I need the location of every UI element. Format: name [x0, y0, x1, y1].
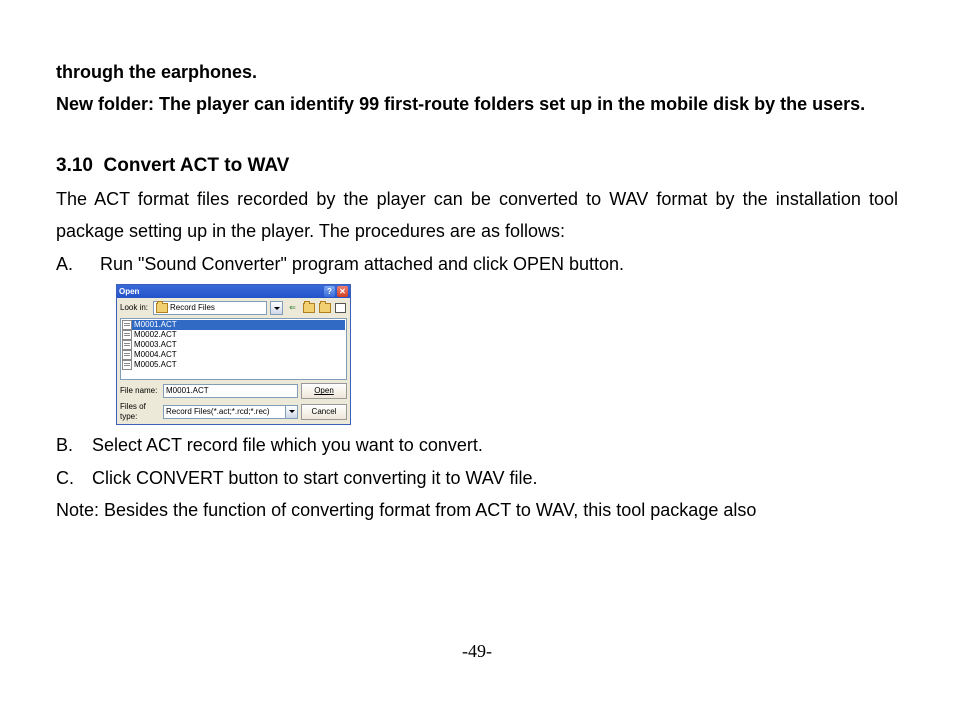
folder-up-icon — [303, 303, 315, 313]
file-name: M0005.ACT — [134, 360, 177, 370]
file-icon — [122, 320, 132, 330]
step-a: A. Run "Sound Converter" program attache… — [56, 248, 898, 280]
lookin-dropdown-arrow[interactable] — [270, 301, 283, 315]
filename-row: File name: M0001.ACT Open — [117, 380, 350, 402]
lookin-combobox[interactable]: Record Files — [153, 301, 267, 315]
up-one-level-button[interactable] — [302, 302, 315, 315]
dialog-titlebar: Open ? ✕ — [117, 285, 350, 298]
file-icon — [122, 330, 132, 340]
cancel-button[interactable]: Cancel — [301, 404, 347, 420]
file-icon — [122, 360, 132, 370]
open-button[interactable]: Open — [301, 383, 347, 399]
folder-new-icon — [319, 303, 331, 313]
filename-label: File name: — [120, 386, 160, 396]
filetype-dropdown-arrow[interactable] — [285, 405, 298, 419]
heading-number: 3.10 — [56, 155, 93, 176]
note-paragraph: Note: Besides the function of converting… — [56, 494, 898, 526]
step-c: C. Click CONVERT button to start convert… — [56, 462, 898, 494]
file-item[interactable]: M0005.ACT — [122, 360, 345, 370]
page-content: through the earphones. New folder: The p… — [0, 0, 954, 537]
file-name: M0002.ACT — [134, 330, 177, 340]
file-item[interactable]: M0002.ACT — [122, 330, 345, 340]
step-letter-a: A. — [56, 248, 100, 280]
step-a-text: Run "Sound Converter" program attached a… — [100, 248, 624, 280]
heading-text: Convert ACT to WAV — [104, 155, 290, 176]
open-dialog-figure: Open ? ✕ Look in: Record Files ⇐ — [116, 284, 898, 425]
file-name: M0004.ACT — [134, 350, 177, 360]
file-icon — [122, 350, 132, 360]
new-folder-button[interactable] — [318, 302, 331, 315]
file-listing[interactable]: M0001.ACT M0002.ACT M0003.ACT M0004.ACT … — [120, 318, 347, 380]
filetype-value: Record Files(*.act;*.rcd;*.rec) — [166, 407, 270, 417]
paragraph-new-folder: New folder: The player can identify 99 f… — [56, 88, 898, 120]
open-dialog: Open ? ✕ Look in: Record Files ⇐ — [116, 284, 351, 425]
filename-value: M0001.ACT — [166, 386, 209, 396]
file-item[interactable]: M0003.ACT — [122, 340, 345, 350]
lookin-folder-name: Record Files — [170, 303, 215, 313]
step-c-text: Click CONVERT button to start converting… — [92, 462, 538, 494]
file-item-selected[interactable]: M0001.ACT — [122, 320, 345, 330]
filetype-combobox[interactable]: Record Files(*.act;*.rcd;*.rec) — [163, 405, 298, 419]
folder-icon — [156, 303, 168, 313]
file-icon — [122, 340, 132, 350]
file-name: M0001.ACT — [134, 320, 177, 330]
view-icon — [335, 303, 346, 313]
help-button[interactable]: ? — [324, 286, 335, 297]
step-letter-c: C. — [56, 462, 92, 494]
step-letter-b: B. — [56, 429, 92, 461]
heading-3-10: 3.10 Convert ACT to WAV — [56, 149, 898, 183]
close-button[interactable]: ✕ — [337, 286, 348, 297]
page-number: -49- — [0, 641, 954, 662]
step-b-text: Select ACT record file which you want to… — [92, 429, 483, 461]
paragraph-earphones: through the earphones. — [56, 56, 898, 88]
view-menu-button[interactable] — [334, 302, 347, 315]
filetype-label: Files of type: — [120, 402, 160, 421]
lookin-row: Look in: Record Files ⇐ — [117, 298, 350, 318]
file-item[interactable]: M0004.ACT — [122, 350, 345, 360]
back-button[interactable]: ⇐ — [286, 302, 299, 315]
step-b: B. Select ACT record file which you want… — [56, 429, 898, 461]
file-name: M0003.ACT — [134, 340, 177, 350]
lookin-label: Look in: — [120, 303, 150, 313]
filetype-row: Files of type: Record Files(*.act;*.rcd;… — [117, 402, 350, 424]
intro-paragraph: The ACT format files recorded by the pla… — [56, 183, 898, 248]
filename-input[interactable]: M0001.ACT — [163, 384, 298, 398]
dialog-title: Open — [119, 287, 322, 297]
